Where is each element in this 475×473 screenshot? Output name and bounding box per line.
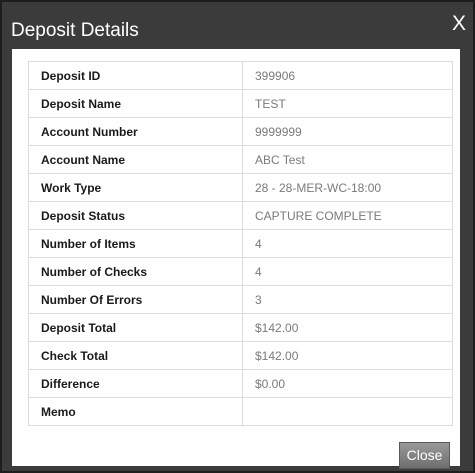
table-row: Account Number 9999999 — [28, 117, 453, 146]
table-row: Deposit ID 399906 — [28, 61, 453, 90]
number-of-checks-value: 4 — [242, 257, 453, 286]
account-name-label: Account Name — [28, 145, 243, 174]
number-of-errors-label: Number Of Errors — [28, 285, 243, 314]
memo-label: Memo — [28, 397, 243, 426]
deposit-total-label: Deposit Total — [28, 313, 243, 342]
deposit-id-value: 399906 — [242, 61, 453, 90]
account-name-value: ABC Test — [242, 145, 453, 174]
difference-value: $0.00 — [242, 369, 453, 398]
table-row: Number of Items 4 — [28, 229, 453, 258]
table-row: Deposit Name TEST — [28, 89, 453, 118]
number-of-items-value: 4 — [242, 229, 453, 258]
check-total-label: Check Total — [28, 341, 243, 370]
deposit-total-value: $142.00 — [242, 313, 453, 342]
memo-value — [242, 397, 453, 426]
table-row: Account Name ABC Test — [28, 145, 453, 174]
deposit-id-label: Deposit ID — [28, 61, 243, 90]
table-row: Difference $0.00 — [28, 369, 453, 398]
deposit-details-dialog: Deposit Details X Deposit ID 399906 Depo… — [0, 0, 475, 473]
table-row: Deposit Status CAPTURE COMPLETE — [28, 201, 453, 230]
check-total-value: $142.00 — [242, 341, 453, 370]
deposit-name-value: TEST — [242, 89, 453, 118]
number-of-checks-label: Number of Checks — [28, 257, 243, 286]
table-row: Memo — [28, 397, 453, 426]
work-type-label: Work Type — [28, 173, 243, 202]
table-row: Check Total $142.00 — [28, 341, 453, 370]
deposit-details-table: Deposit ID 399906 Deposit Name TEST Acco… — [28, 61, 453, 426]
dialog-content: Deposit ID 399906 Deposit Name TEST Acco… — [12, 49, 460, 469]
number-of-items-label: Number of Items — [28, 229, 243, 258]
deposit-status-label: Deposit Status — [28, 201, 243, 230]
account-number-label: Account Number — [28, 117, 243, 146]
dialog-title: Deposit Details — [11, 20, 139, 41]
close-button[interactable]: Close — [399, 442, 450, 469]
deposit-name-label: Deposit Name — [28, 89, 243, 118]
account-number-value: 9999999 — [242, 117, 453, 146]
number-of-errors-value: 3 — [242, 285, 453, 314]
difference-label: Difference — [28, 369, 243, 398]
table-row: Deposit Total $142.00 — [28, 313, 453, 342]
table-row: Number of Checks 4 — [28, 257, 453, 286]
close-icon[interactable]: X — [452, 12, 466, 36]
dialog-titlebar: Deposit Details X — [2, 2, 473, 49]
deposit-status-value: CAPTURE COMPLETE — [242, 201, 453, 230]
table-row: Work Type 28 - 28-MER-WC-18:00 — [28, 173, 453, 202]
table-row: Number Of Errors 3 — [28, 285, 453, 314]
work-type-value: 28 - 28-MER-WC-18:00 — [242, 173, 453, 202]
